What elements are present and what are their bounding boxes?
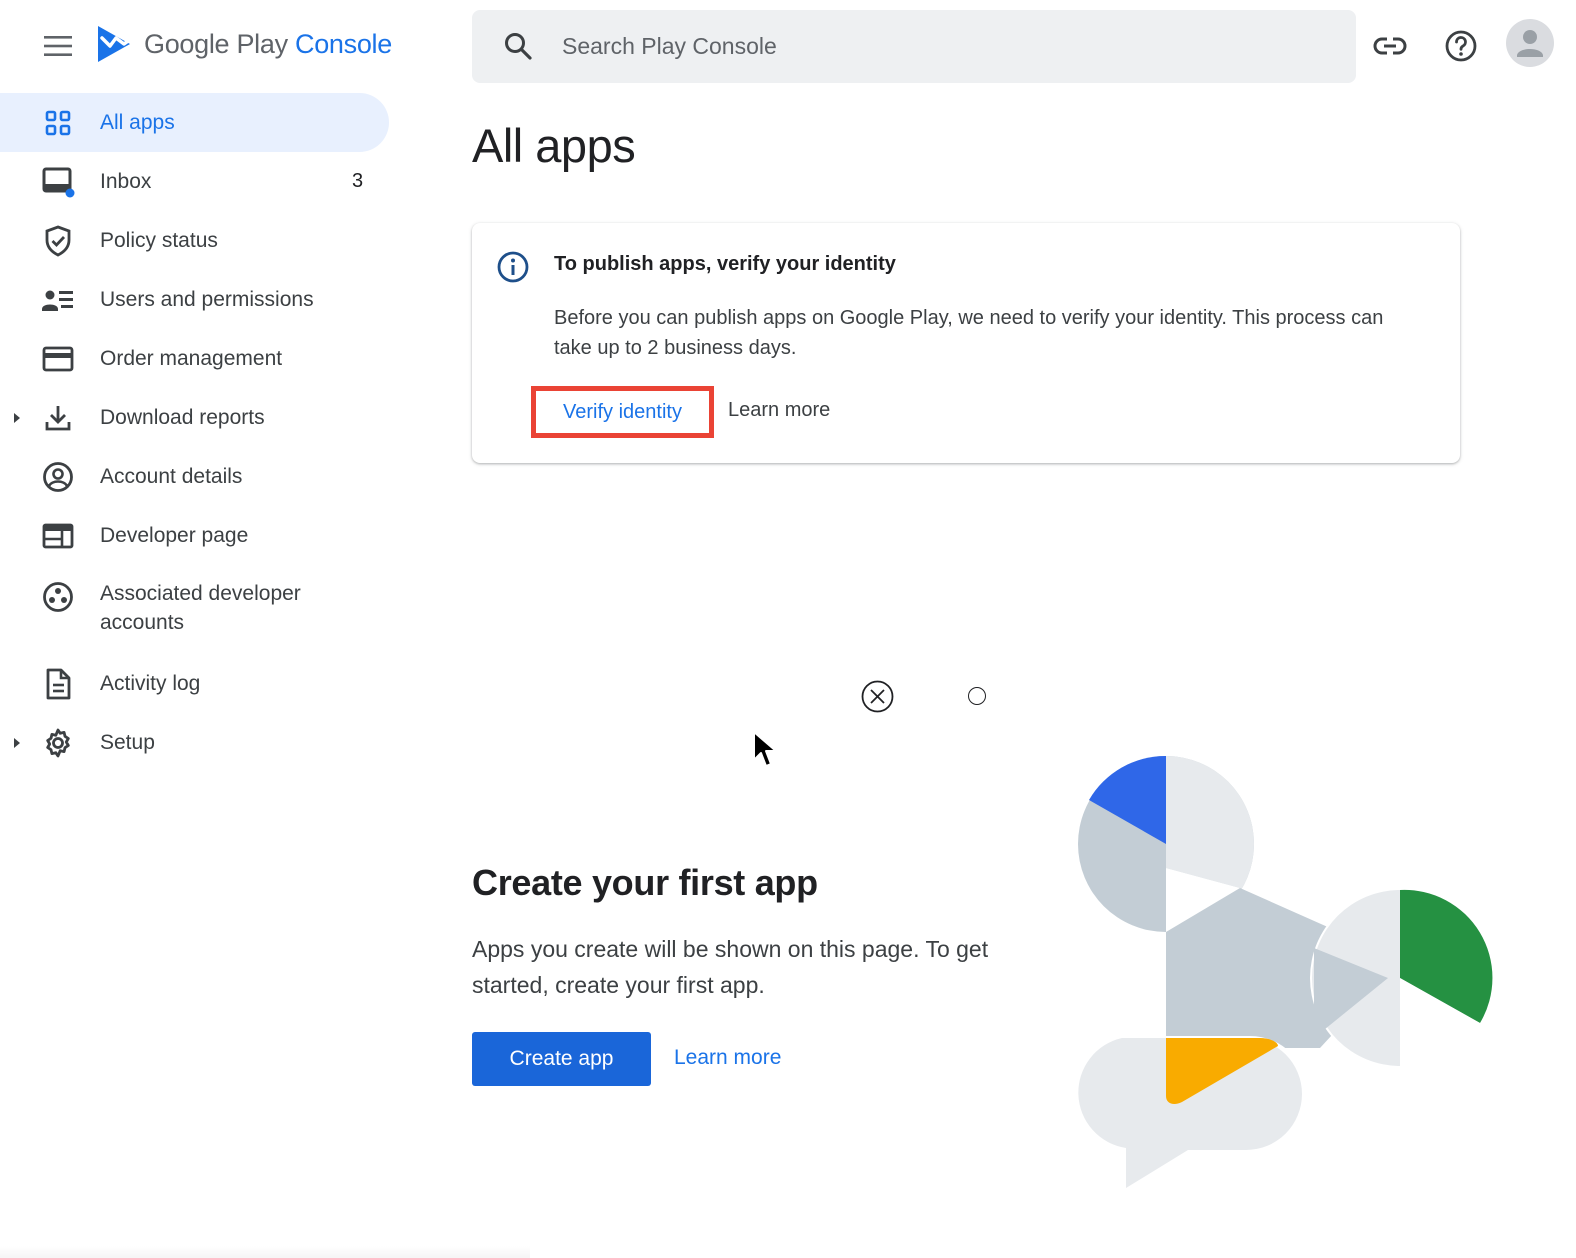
document-icon <box>40 666 76 702</box>
mouse-pointer-icon <box>753 731 777 767</box>
expand-caret-icon[interactable] <box>10 411 24 425</box>
empty-state-heading: Create your first app <box>472 862 818 903</box>
account-avatar[interactable] <box>1506 19 1554 67</box>
sidebar-item-label: Developer page <box>100 524 249 547</box>
gear-icon <box>40 725 76 761</box>
sidebar-item-all-apps[interactable]: All apps <box>0 93 389 152</box>
verify-identity-notice-card: To publish apps, verify your identity Be… <box>472 223 1460 463</box>
sidebar-item-associated-developer-accounts[interactable]: Associated developer accounts <box>0 565 392 654</box>
notice-body: Before you can publish apps on Google Pl… <box>554 307 1384 359</box>
sidebar-bottom-shadow <box>0 1246 530 1258</box>
sidebar-item-label: Policy status <box>100 229 218 252</box>
link-icon <box>1373 37 1407 55</box>
menu-icon <box>44 36 72 56</box>
sidebar-item-label: All apps <box>100 111 175 134</box>
notice-learn-more-link[interactable]: Learn more <box>728 399 830 422</box>
sidebar-item-users-and-permissions[interactable]: Users and permissions <box>0 270 392 329</box>
help-icon <box>1445 30 1477 62</box>
search-input[interactable] <box>562 10 1322 83</box>
download-icon <box>40 400 76 436</box>
person-icon <box>1517 30 1543 57</box>
main-menu-button[interactable] <box>36 30 80 62</box>
sidebar-nav: All apps Inbox 3 Policy status Users and… <box>0 93 392 772</box>
copy-link-button[interactable] <box>1370 26 1410 66</box>
inbox-count-badge: 3 <box>352 170 364 192</box>
sidebar-item-label: Setup <box>100 731 155 754</box>
sidebar-item-order-management[interactable]: Order management <box>0 329 392 388</box>
empty-state-description: Apps you create will be shown on this pa… <box>472 936 989 998</box>
sidebar-item-label: Download reports <box>100 406 265 429</box>
sidebar-item-label: Account details <box>100 465 243 488</box>
logo-text: Google Play Console <box>144 28 392 59</box>
google-play-console-logo[interactable]: Google Play Console <box>96 24 392 64</box>
close-circle-icon[interactable] <box>861 680 894 713</box>
sidebar-item-activity-log[interactable]: Activity log <box>0 654 392 713</box>
sidebar-item-label: Activity log <box>100 672 201 695</box>
sidebar-item-inbox[interactable]: Inbox 3 <box>0 152 392 211</box>
help-button[interactable] <box>1441 26 1481 66</box>
sidebar-item-label: Users and permissions <box>100 288 314 311</box>
sidebar-item-developer-page[interactable]: Developer page <box>0 506 392 565</box>
card-icon <box>40 341 76 377</box>
page-title: All apps <box>472 119 636 172</box>
account-icon <box>40 459 76 495</box>
play-console-logo-icon <box>98 26 134 62</box>
sidebar-item-label: Associated developer accounts <box>100 582 301 634</box>
shield-icon <box>40 223 76 259</box>
verify-identity-highlight: Verify identity <box>531 386 714 438</box>
notice-title: To publish apps, verify your identity <box>554 253 896 275</box>
inbox-icon <box>40 164 76 200</box>
circle-marker-icon <box>968 687 986 705</box>
grid-icon <box>40 105 76 141</box>
empty-state-learn-more-link[interactable]: Learn more <box>674 1046 781 1070</box>
sidebar-item-setup[interactable]: Setup <box>0 713 392 772</box>
workspaces-icon <box>40 579 76 615</box>
search-icon <box>505 33 532 60</box>
sidebar-item-policy-status[interactable]: Policy status <box>0 211 392 270</box>
expand-caret-icon[interactable] <box>10 736 24 750</box>
info-icon <box>497 251 529 283</box>
create-app-button[interactable]: Create app <box>472 1032 651 1086</box>
sidebar-item-label: Order management <box>100 347 283 370</box>
create-app-illustration <box>1065 755 1493 1190</box>
sidebar-item-label: Inbox <box>100 170 152 193</box>
users-icon <box>40 282 76 318</box>
verify-identity-link[interactable]: Verify identity <box>563 401 682 424</box>
search-bar[interactable] <box>472 10 1356 83</box>
web-icon <box>40 518 76 554</box>
sidebar-item-download-reports[interactable]: Download reports <box>0 388 392 447</box>
sidebar-item-account-details[interactable]: Account details <box>0 447 392 506</box>
